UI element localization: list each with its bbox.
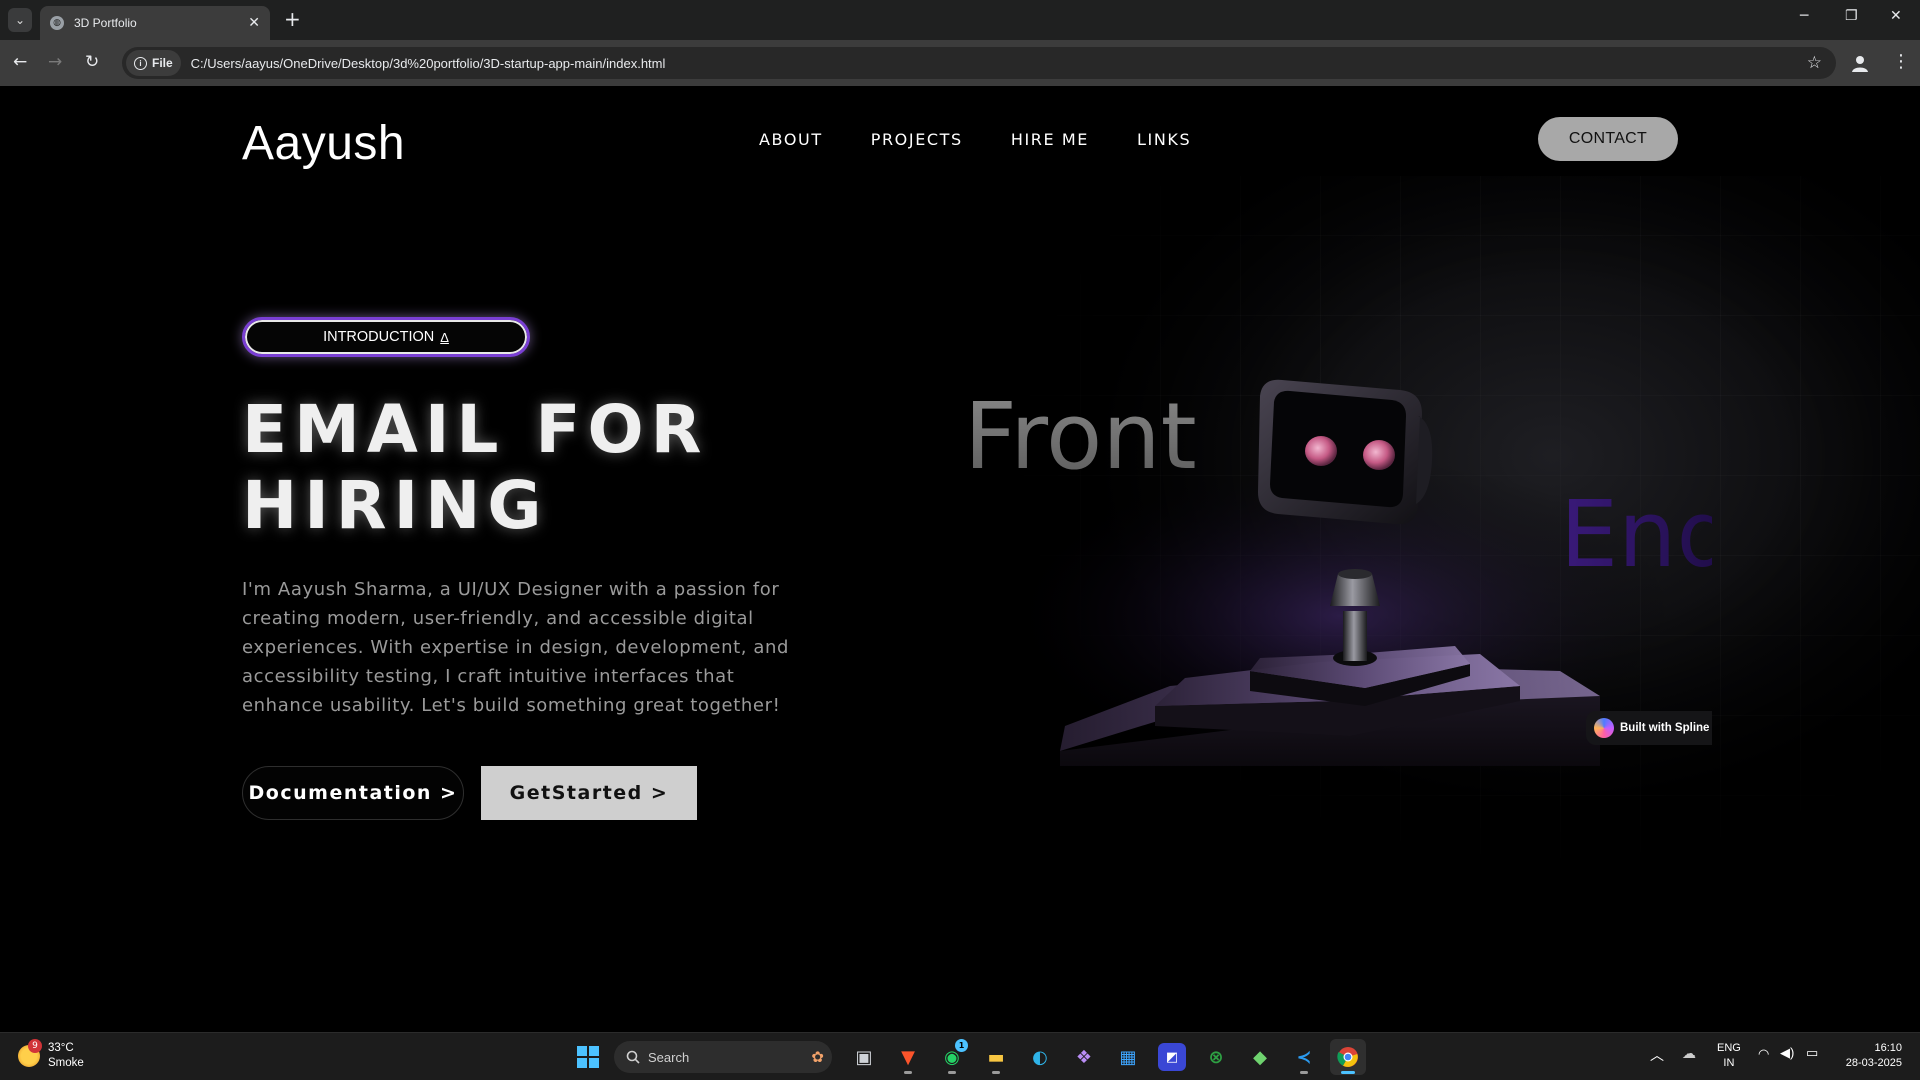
built-with-spline-badge[interactable]: Built with Spline — [1586, 711, 1712, 745]
whatsapp-icon[interactable]: ◉ 1 — [934, 1039, 970, 1075]
vscode-icon[interactable]: ≺ — [1286, 1039, 1322, 1075]
site-logo[interactable]: Aayush — [242, 116, 405, 171]
site-info-label: File — [152, 56, 173, 70]
copilot-icon[interactable]: ❖ — [1066, 1039, 1102, 1075]
clock-time[interactable]: 16:10 — [1838, 1041, 1902, 1056]
edge-browser-icon[interactable]: ◐ — [1022, 1039, 1058, 1075]
headline-line-2: HIRING — [242, 467, 549, 544]
get-started-button[interactable]: GetStarted > — [481, 766, 697, 820]
task-view-icon[interactable]: ▣ — [846, 1039, 882, 1075]
brave-browser-icon[interactable]: ▼ — [890, 1039, 926, 1075]
weather-widget[interactable]: 9 33°C Smoke — [18, 1039, 84, 1071]
taskbar-apps: Search ✿ ▣ ▼ ◉ 1 ▬ ◐ ❖ ▦ ◩ ⊗ ◆ ≺ — [570, 1039, 1366, 1075]
site-info-chip[interactable]: i File — [126, 50, 181, 76]
weather-badge: 9 — [28, 1039, 42, 1053]
nav-about[interactable]: ABOUT — [759, 130, 823, 149]
restore-icon[interactable]: ❐ — [1845, 8, 1858, 24]
weather-temperature: 33°C — [48, 1042, 74, 1054]
headline-line-1: EMAIL FOR — [242, 391, 709, 468]
profile-icon[interactable] — [1850, 53, 1870, 73]
close-tab-icon[interactable]: ✕ — [248, 15, 260, 31]
bookmark-star-icon[interactable]: ☆ — [1807, 53, 1822, 73]
clock-date[interactable]: 28-03-2025 — [1838, 1056, 1902, 1071]
hero-bio: I'm Aayush Sharma, a UI/UX Designer with… — [242, 579, 790, 716]
microsoft-store-icon[interactable]: ▦ — [1110, 1039, 1146, 1075]
windows-start-icon[interactable] — [570, 1039, 606, 1075]
introduction-label: INTRODUCTION — [323, 329, 435, 345]
file-explorer-icon[interactable]: ▬ — [978, 1039, 1014, 1075]
app-grid-icon[interactable]: ◆ — [1242, 1039, 1278, 1075]
nav-projects[interactable]: PROJECTS — [871, 130, 963, 149]
end-word: End — [1560, 481, 1712, 588]
main-nav: ABOUT PROJECTS HIRE ME LINKS — [759, 130, 1191, 149]
volume-icon[interactable]: ◀) — [1780, 1045, 1794, 1061]
battery-icon[interactable]: ▭ — [1806, 1045, 1818, 1061]
whatsapp-badge: 1 — [955, 1039, 968, 1052]
search-highlight-icon: ✿ — [811, 1049, 824, 1066]
nav-links[interactable]: LINKS — [1137, 130, 1191, 149]
taskbar: 9 33°C Smoke Search ✿ ▣ ▼ ◉ 1 ▬ ◐ ❖ ▦ ◩ … — [0, 1032, 1920, 1080]
window-close-icon[interactable]: ✕ — [1890, 8, 1902, 24]
nav-hire-me[interactable]: HIRE ME — [1011, 130, 1089, 149]
robot-3d-scene[interactable]: Front End — [960, 366, 1712, 766]
language-region[interactable]: IN — [1717, 1056, 1741, 1071]
documentation-button[interactable]: Documentation > — [242, 766, 464, 820]
introduction-badge[interactable]: INTRODUCTION Δ — [242, 317, 530, 357]
url-text[interactable]: C:/Users/aayus/OneDrive/Desktop/3d%20por… — [191, 56, 1807, 71]
address-bar[interactable]: i File C:/Users/aayus/OneDrive/Desktop/3… — [122, 47, 1836, 79]
spline-badge-label: Built with Spline — [1620, 722, 1710, 734]
new-tab-icon[interactable]: + — [284, 9, 301, 29]
minimize-icon[interactable]: ─ — [1800, 8, 1808, 24]
weather-description: Smoke — [48, 1057, 84, 1069]
contact-button[interactable]: CONTACT — [1538, 117, 1678, 161]
globe-icon: ◍ — [50, 16, 64, 30]
web-page: Aayush ABOUT PROJECTS HIRE ME LINKS CONT… — [0, 86, 1920, 1032]
chrome-logo-icon — [1337, 1047, 1358, 1067]
browser-toolbar: ← → ↻ i File C:/Users/aayus/OneDrive/Des… — [0, 40, 1920, 86]
taskbar-search[interactable]: Search ✿ — [614, 1041, 832, 1073]
spline-logo-icon — [1594, 718, 1614, 738]
weather-sun-icon: 9 — [18, 1039, 42, 1067]
settings-app-icon[interactable]: ◩ — [1158, 1043, 1186, 1071]
xbox-icon[interactable]: ⊗ — [1198, 1039, 1234, 1075]
wifi-icon[interactable]: ◠ — [1758, 1046, 1769, 1062]
robot-right-eye — [1363, 440, 1395, 470]
info-icon: i — [134, 56, 147, 70]
hidden-icons-chevron-icon[interactable]: ︿ — [1650, 1045, 1664, 1065]
delta-symbol: Δ — [440, 329, 449, 345]
back-icon[interactable]: ← — [13, 52, 27, 72]
reload-icon[interactable]: ↻ — [85, 52, 99, 72]
onedrive-status-icon[interactable]: ☁ — [1682, 1045, 1696, 1062]
chrome-icon[interactable] — [1330, 1039, 1366, 1075]
tab-title: 3D Portfolio — [74, 16, 137, 30]
browser-tab[interactable]: ◍ 3D Portfolio ✕ — [40, 6, 270, 40]
tab-search-chevron-icon[interactable]: ⌄ — [8, 8, 32, 32]
hero-headline: EMAIL FOR HIRING — [242, 392, 708, 544]
robot-left-eye — [1305, 436, 1337, 466]
language-code[interactable]: ENG — [1717, 1041, 1741, 1056]
browser-tab-bar: ⌄ ◍ 3D Portfolio ✕ + ─ ❐ ✕ — [0, 0, 1920, 40]
search-placeholder: Search — [648, 1049, 690, 1065]
front-word: Front — [964, 383, 1197, 490]
robot-head — [1258, 379, 1433, 525]
forward-icon[interactable]: → — [48, 52, 62, 72]
browser-menu-icon[interactable]: ⋮ — [1892, 51, 1910, 72]
search-icon — [626, 1050, 640, 1064]
